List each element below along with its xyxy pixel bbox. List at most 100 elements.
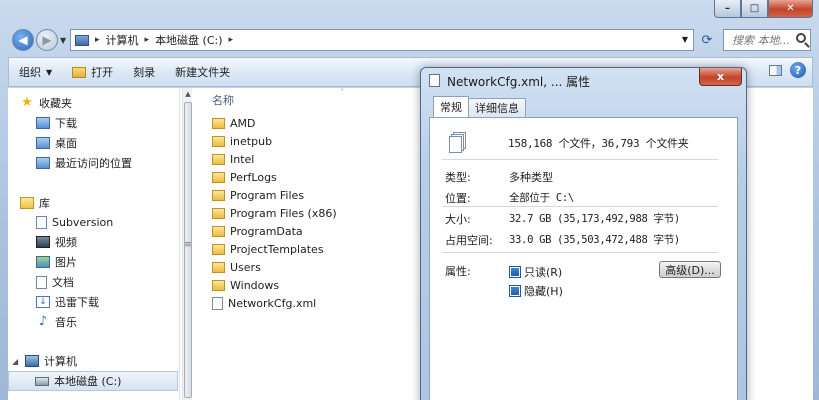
forward-button[interactable]: ▶ [36,29,58,51]
size-value: 32.7 GB (35,173,492,988 字节) [509,213,680,225]
xml-file-icon [212,296,223,310]
scroll-thumb[interactable] [184,102,192,398]
breadcrumb-computer[interactable]: 计算机 [106,32,139,48]
nav-downloads[interactable]: 下载 [36,113,77,133]
checkbox-indeterminate-icon[interactable] [509,285,521,297]
location-label: 位置: [445,192,471,205]
file-name: PerfLogs [230,170,277,184]
preview-pane-icon[interactable] [769,64,782,76]
video-icon [36,236,50,248]
nav-recent[interactable]: 最近访问的位置 [36,153,132,173]
advanced-button[interactable]: 高级(D)... [659,261,721,278]
nav-pictures[interactable]: 图片 [36,252,77,272]
library-icon [20,197,34,209]
folder-icon [212,261,225,273]
file-row[interactable]: Users [212,258,432,276]
nav-local-disk-c[interactable]: 本地磁盘 (C:) [8,371,178,391]
new-folder-label: 新建文件夹 [175,66,231,79]
search-input[interactable] [732,33,792,47]
folder-icon [212,243,225,255]
file-name: Users [230,260,261,274]
close-button[interactable]: ✕ [768,0,813,18]
nav-subversion[interactable]: Subversion [36,212,113,232]
breadcrumb-local-disk[interactable]: 本地磁盘 (C:) [155,32,222,48]
tab-general[interactable]: 常规 [433,96,469,117]
back-button[interactable]: ◀ [12,29,34,51]
folder-icon [212,135,225,147]
dialog-close-button[interactable]: x [699,68,742,86]
organize-button[interactable]: 组织 ▼ [9,60,62,84]
help-icon[interactable]: ? [790,62,806,78]
minimize-button[interactable]: – [714,0,741,18]
scroll-up-icon[interactable]: ▲ [183,90,193,98]
file-name: Program Files [230,188,305,202]
burn-button[interactable]: 刻录 [123,60,165,84]
file-row[interactable]: Program Files [212,186,432,204]
checkbox-indeterminate-icon[interactable] [509,266,521,278]
search-icon[interactable] [796,33,806,43]
nav-label: 视频 [55,236,77,249]
hidden-label: 隐藏(H) [524,285,563,298]
file-name: AMD [230,116,256,130]
breadcrumb-chevron-icon[interactable]: ▸ [95,35,100,45]
maximize-button[interactable]: □ [741,0,768,18]
new-folder-button[interactable]: 新建文件夹 [165,60,240,84]
nav-label: Subversion [52,215,114,229]
nav-label: 库 [39,197,50,210]
sort-ascending-icon: ˄ [340,88,344,97]
file-name: inetpub [230,134,273,148]
nav-label: 图片 [55,256,77,269]
type-label: 类型: [445,171,471,184]
nav-label: 桌面 [55,137,77,150]
breadcrumb-chevron-icon[interactable]: ▸ [145,35,150,45]
nav-desktop[interactable]: 桌面 [36,133,77,153]
nav-libraries[interactable]: 库 [20,193,50,213]
recent-places-icon [36,157,50,169]
readonly-label: 只读(R) [524,266,563,279]
readonly-checkbox[interactable]: 只读(R) [509,264,562,280]
file-row[interactable]: Intel [212,150,432,168]
file-list: 名称 ˄ AMD inetpub Intel PerfLogs Program … [196,88,436,400]
attributes-label: 属性: [445,265,471,278]
nav-documents[interactable]: 文档 [36,272,74,292]
address-bar[interactable]: ▸ 计算机 ▸ 本地磁盘 (C:) ▸ ▼ [70,29,694,51]
divider [442,159,718,160]
file-row[interactable]: ProjectTemplates [212,240,432,258]
music-icon: ♪ [38,314,48,329]
nav-computer[interactable]: ◢ 计算机 [12,351,77,371]
tab-details[interactable]: 详细信息 [468,98,526,117]
address-dropdown-icon[interactable]: ▼ [682,35,688,44]
breadcrumb-chevron-icon[interactable]: ▸ [229,35,234,45]
pane-splitter-grip-icon[interactable]: ≡ [184,240,192,250]
nav-label: 文档 [52,276,74,289]
file-row[interactable]: Windows [212,276,432,294]
open-folder-icon [72,66,87,78]
close-icon: x [716,70,725,83]
open-button[interactable]: 打开 [62,60,123,84]
nav-videos[interactable]: 视频 [36,232,77,252]
organize-label: 组织 [19,66,41,79]
refresh-button[interactable]: ⟳ [697,30,717,50]
column-header-name[interactable]: 名称 ˄ [212,88,344,108]
history-dropdown-icon[interactable]: ▼ [60,36,66,45]
file-row[interactable]: Program Files (x86) [212,204,432,222]
nav-thunder-downloads[interactable]: ↓ 迅雷下载 [36,292,99,312]
file-name: Program Files (x86) [230,206,337,220]
nav-favorites[interactable]: ★ 收藏夹 [20,93,72,113]
dialog-title: NetworkCfg.xml, ... 属性 [447,75,591,89]
file-row[interactable]: ProgramData [212,222,432,240]
search-box[interactable] [723,29,811,51]
expand-arrow-icon[interactable]: ◢ [12,357,20,366]
nav-label: 音乐 [55,316,77,329]
file-name: Windows [230,278,280,292]
file-row[interactable]: AMD [212,114,432,132]
folder-icon [212,153,225,165]
file-name: NetworkCfg.xml [228,296,317,310]
file-row[interactable]: inetpub [212,132,432,150]
nav-label: 最近访问的位置 [55,157,132,170]
file-row[interactable]: NetworkCfg.xml [212,294,432,312]
nav-label: 计算机 [44,355,77,368]
file-row[interactable]: PerfLogs [212,168,432,186]
nav-music[interactable]: ♪ 音乐 [36,312,77,332]
hidden-checkbox[interactable]: 隐藏(H) [509,283,563,299]
